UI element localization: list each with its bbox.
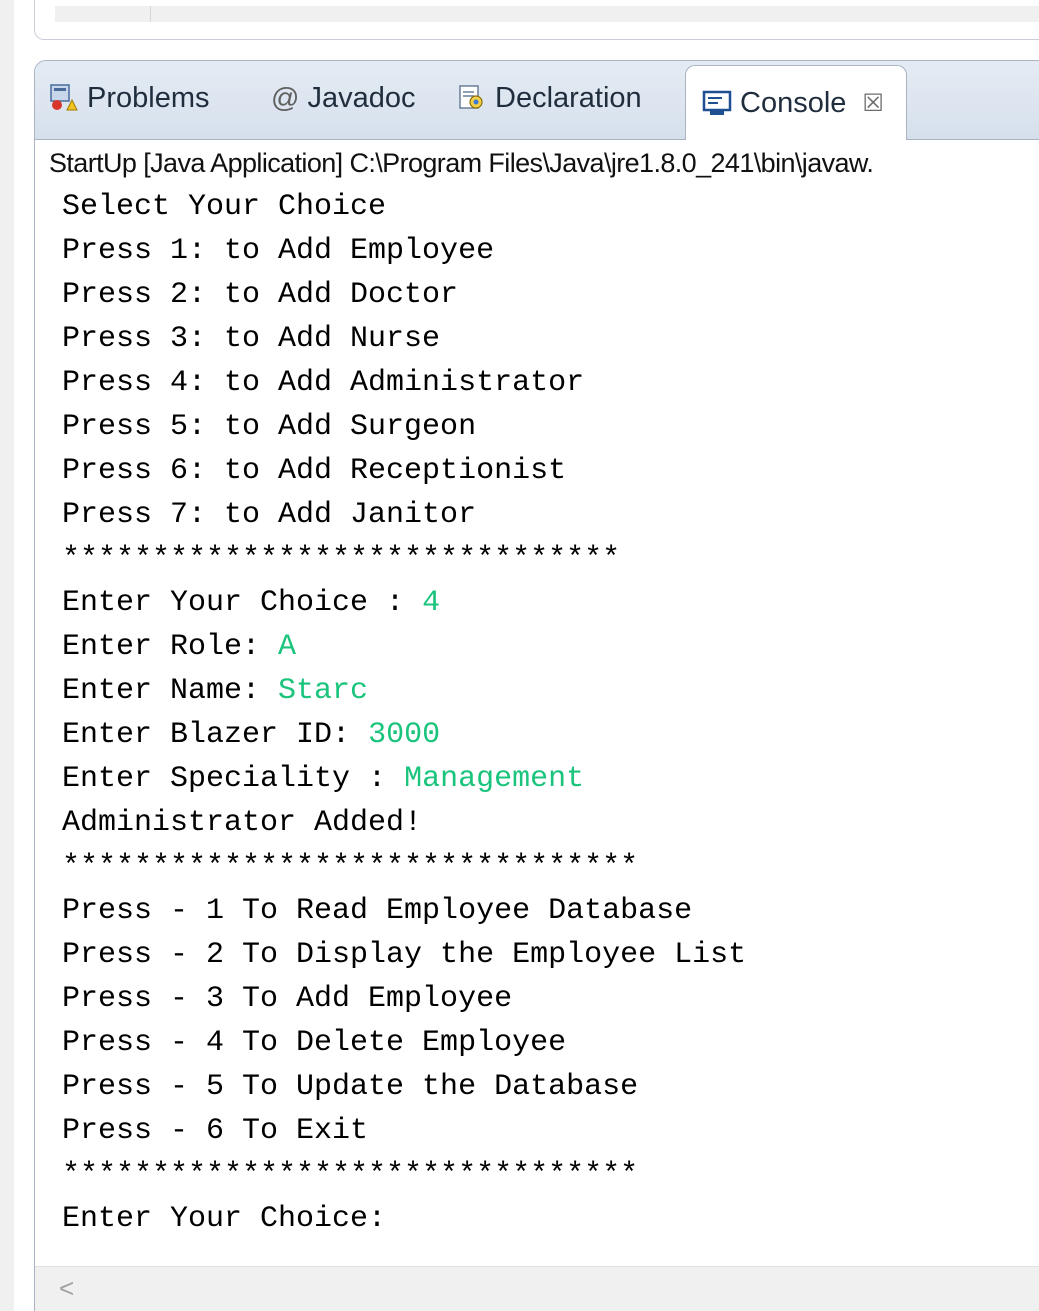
console-line-text: Enter Name: — [62, 674, 279, 708]
console-line: Press 2: to Add Doctor — [62, 273, 1039, 317]
console-line-text: Press - 4 To Delete Employee — [62, 1026, 567, 1060]
console-line-text: Press - 5 To Update the Database — [62, 1070, 639, 1104]
console-line: Press 4: to Add Administrator — [62, 361, 1039, 405]
console-line: Press 6: to Add Receptionist — [62, 449, 1039, 493]
console-line: Enter Blazer ID: 3000 — [62, 713, 1039, 757]
console-line-text: ******************************* — [62, 542, 621, 576]
tab-javadoc[interactable]: @ Javadoc — [271, 73, 415, 123]
console-line-text: ******************************** — [62, 1158, 639, 1192]
horizontal-scrollbar[interactable]: < — [35, 1266, 1039, 1311]
console-line: Press - 6 To Exit — [62, 1109, 1039, 1153]
console-line-text: Press - 2 To Display the Employee List — [62, 938, 747, 972]
view-tab-bar: Problems @ Javadoc Declaration Console ☒ — [35, 61, 1039, 140]
console-line-text: Enter Your Choice: — [62, 1202, 405, 1236]
tab-declaration-label: Declaration — [495, 81, 642, 114]
console-line: Press - 1 To Read Employee Database — [62, 889, 1039, 933]
tab-problems-label: Problems — [87, 81, 210, 114]
console-line: Enter Name: Starc — [62, 669, 1039, 713]
console-line: Press - 3 To Add Employee — [62, 977, 1039, 1021]
console-line-text: Enter Role: — [62, 630, 279, 664]
scroll-left-arrow[interactable]: < — [59, 1273, 74, 1304]
console-line-text: Press - 6 To Exit — [62, 1114, 369, 1148]
console-line-text: Enter Your Choice : — [62, 586, 423, 620]
console-user-input: Starc — [278, 674, 369, 708]
console-line: Press 1: to Add Employee — [62, 229, 1039, 273]
declaration-icon — [455, 81, 489, 115]
console-line: Press 3: to Add Nurse — [62, 317, 1039, 361]
problems-icon — [47, 81, 81, 115]
console-line: Enter Speciality : Management — [62, 757, 1039, 801]
close-icon[interactable]: ☒ — [862, 89, 884, 118]
console-user-input: 4 — [422, 586, 441, 620]
console-line: ******************************* — [62, 537, 1039, 581]
tab-console[interactable]: Console ☒ — [685, 65, 907, 140]
console-line-text: Press 6: to Add Receptionist — [62, 454, 567, 488]
console-line: Press - 4 To Delete Employee — [62, 1021, 1039, 1065]
console-line: Enter Your Choice: — [62, 1197, 1039, 1241]
console-line: Press - 2 To Display the Employee List — [62, 933, 1039, 977]
tab-javadoc-label: Javadoc — [307, 81, 416, 114]
console-line-text: Press 3: to Add Nurse — [62, 322, 441, 356]
console-line-text: Press - 3 To Add Employee — [62, 982, 513, 1016]
console-line: Enter Your Choice : 4 — [62, 581, 1039, 625]
tab-declaration[interactable]: Declaration — [455, 73, 642, 123]
console-line-text: Enter Blazer ID: — [62, 718, 369, 752]
console-line: Press - 5 To Update the Database — [62, 1065, 1039, 1109]
console-line-text: Administrator Added! — [62, 806, 423, 840]
console-user-input: Management — [404, 762, 585, 796]
console-view: Problems @ Javadoc Declaration Console ☒… — [34, 60, 1039, 1311]
console-line-text: Press 4: to Add Administrator — [62, 366, 585, 400]
console-line: ******************************** — [62, 845, 1039, 889]
console-line-text: Press 7: to Add Janitor — [62, 498, 477, 532]
console-line-text: Select Your Choice — [62, 190, 387, 224]
launch-configuration-label: StartUp [Java Application] C:\Program Fi… — [49, 148, 874, 178]
left-gutter — [0, 0, 14, 1311]
console-line: Enter Role: A — [62, 625, 1039, 669]
console-user-input: A — [278, 630, 297, 664]
console-line: Select Your Choice — [62, 185, 1039, 229]
console-line-text: Enter Speciality : — [62, 762, 405, 796]
console-icon — [700, 86, 734, 120]
editor-pane-bottom — [34, 0, 1039, 40]
console-line: Administrator Added! — [62, 801, 1039, 845]
console-line: Press 7: to Add Janitor — [62, 493, 1039, 537]
console-line: Press 5: to Add Surgeon — [62, 405, 1039, 449]
tab-problems[interactable]: Problems — [47, 73, 210, 123]
javadoc-icon: @ — [271, 82, 300, 113]
console-line-text: ******************************** — [62, 850, 639, 884]
console-line: ******************************** — [62, 1153, 1039, 1197]
editor-horizontal-scrollbar[interactable] — [55, 6, 1039, 22]
tab-console-label: Console — [740, 86, 847, 119]
console-output[interactable]: Select Your Choice Press 1: to Add Employ… — [62, 185, 1039, 1241]
console-line-text: Press 1: to Add Employee — [62, 234, 495, 268]
scroll-notch — [150, 6, 151, 22]
console-line-text: Press 2: to Add Doctor — [62, 278, 459, 312]
console-line-text: Press 5: to Add Surgeon — [62, 410, 477, 444]
console-line-text: Press - 1 To Read Employee Database — [62, 894, 693, 928]
console-user-input: 3000 — [368, 718, 441, 752]
